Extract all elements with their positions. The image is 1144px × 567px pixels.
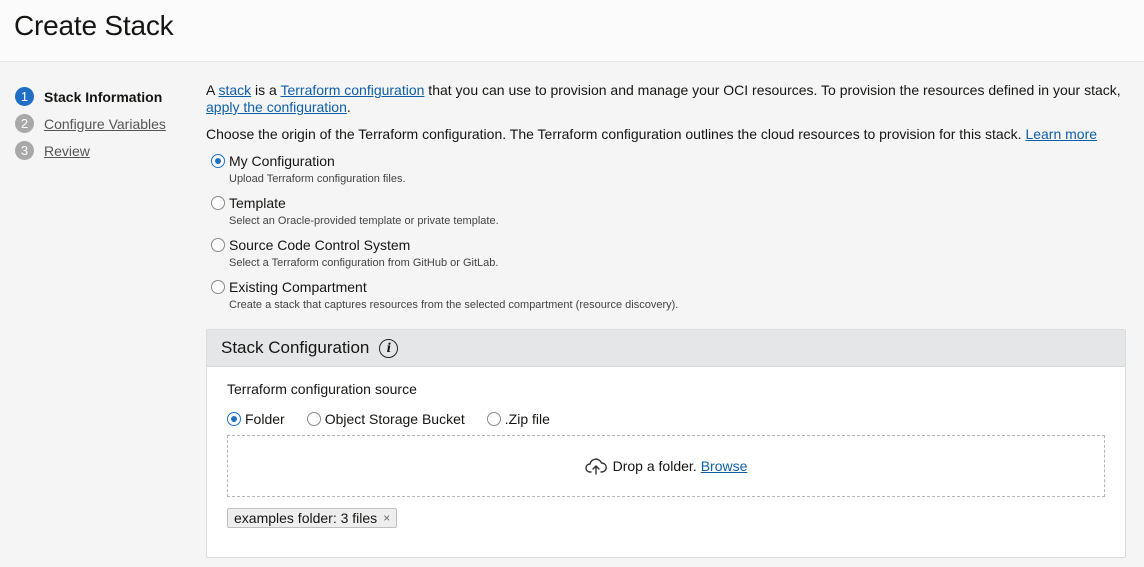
origin-instructions-text: Choose the origin of the Terraform confi… <box>206 126 1026 142</box>
step-stack-information[interactable]: 1 Stack Information <box>15 83 166 110</box>
origin-instructions: Choose the origin of the Terraform confi… <box>206 126 1126 143</box>
intro-part: that you can use to provision and manage… <box>424 82 1121 98</box>
folder-drop-zone[interactable]: Drop a folder. Browse <box>227 435 1105 497</box>
source-option-zip[interactable]: .Zip file <box>486 411 550 427</box>
cloud-upload-icon <box>584 458 607 475</box>
browse-link[interactable]: Browse <box>701 458 748 474</box>
source-option-label[interactable]: .Zip file <box>505 411 550 427</box>
radio-template[interactable] <box>211 196 225 210</box>
chip-label: examples folder: 3 files <box>234 510 378 526</box>
origin-label[interactable]: My Configuration <box>229 153 335 169</box>
origin-description: Select an Oracle-provided template or pr… <box>229 215 499 227</box>
panel-body: Terraform configuration source Folder Ob… <box>207 367 1125 528</box>
close-icon[interactable]: × <box>383 511 390 525</box>
stack-configuration-panel: Stack Configuration i Terraform configur… <box>206 329 1126 558</box>
radio-source-code-control[interactable] <box>211 238 225 252</box>
step-number: 3 <box>15 141 34 160</box>
radio-my-configuration[interactable] <box>211 154 225 168</box>
origin-existing-compartment[interactable]: Existing Compartment Create a stack that… <box>211 278 1126 313</box>
origin-description: Select a Terraform configuration from Gi… <box>229 257 499 269</box>
stack-link[interactable]: stack <box>218 82 251 98</box>
origin-my-configuration[interactable]: My Configuration Upload Terraform config… <box>211 152 1126 187</box>
info-icon[interactable]: i <box>379 338 399 358</box>
main-content: A stack is a Terraform configuration tha… <box>206 82 1126 320</box>
panel-header: Stack Configuration i <box>207 330 1125 367</box>
source-option-label[interactable]: Folder <box>245 411 285 427</box>
step-label[interactable]: Review <box>44 143 90 159</box>
step-number: 2 <box>15 114 34 133</box>
panel-title: Stack Configuration <box>221 338 370 357</box>
step-label: Stack Information <box>44 88 163 105</box>
terraform-configuration-link[interactable]: Terraform configuration <box>280 82 424 98</box>
drop-text: Drop a folder. <box>612 458 697 474</box>
source-option-folder[interactable]: Folder <box>227 411 285 427</box>
page-title: Create Stack <box>14 10 174 41</box>
origin-label[interactable]: Source Code Control System <box>229 237 410 253</box>
intro-part: A <box>206 82 219 98</box>
intro-part: is a <box>251 82 281 98</box>
config-source-radio-group: Folder Object Storage Bucket .Zip file <box>227 411 1105 427</box>
origin-label[interactable]: Template <box>229 195 286 211</box>
source-option-label[interactable]: Object Storage Bucket <box>325 411 465 427</box>
origin-description: Upload Terraform configuration files. <box>229 173 406 185</box>
intro-text: A stack is a Terraform configuration tha… <box>206 82 1126 116</box>
step-number: 1 <box>15 87 34 106</box>
apply-configuration-link[interactable]: apply the configuration <box>206 99 347 115</box>
intro-part: . <box>346 99 351 115</box>
origin-description: Create a stack that captures resources f… <box>229 299 679 311</box>
page-header: Create Stack <box>0 0 1144 62</box>
selected-folder-chip: examples folder: 3 files × <box>227 508 398 528</box>
origin-radio-group: My Configuration Upload Terraform config… <box>211 152 1126 313</box>
origin-template[interactable]: Template Select an Oracle-provided templ… <box>211 194 1126 229</box>
wizard-steps: 1 Stack Information 2 Configure Variable… <box>15 83 166 164</box>
step-configure-variables[interactable]: 2 Configure Variables <box>15 110 166 137</box>
step-label[interactable]: Configure Variables <box>44 116 166 132</box>
radio-zip[interactable] <box>486 412 501 426</box>
learn-more-link[interactable]: Learn more <box>1025 126 1097 142</box>
radio-existing-compartment[interactable] <box>211 280 225 294</box>
source-option-object-storage[interactable]: Object Storage Bucket <box>306 411 465 427</box>
radio-object-storage[interactable] <box>306 412 321 426</box>
config-source-label: Terraform configuration source <box>227 381 417 397</box>
origin-label[interactable]: Existing Compartment <box>229 279 367 295</box>
radio-folder[interactable] <box>227 412 241 426</box>
origin-source-code-control[interactable]: Source Code Control System Select a Terr… <box>211 236 1126 271</box>
step-review[interactable]: 3 Review <box>15 137 166 164</box>
